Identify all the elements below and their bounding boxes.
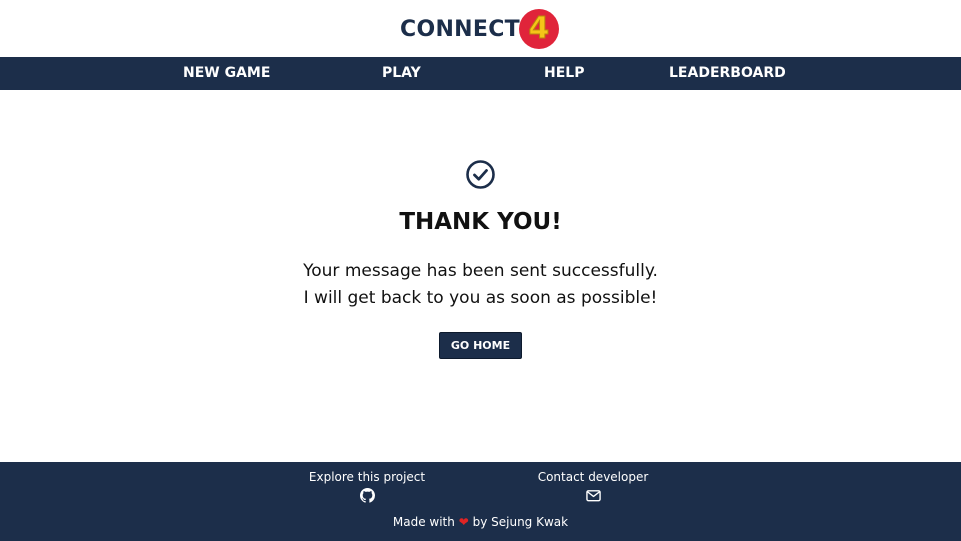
- page: CONNECT 4 NEW GAME PLAY HELP LEADERBOARD…: [0, 0, 961, 541]
- go-home-button[interactable]: GO HOME: [439, 332, 522, 359]
- heart-icon: ❤: [458, 515, 469, 529]
- logo-text: CONNECT: [400, 16, 520, 42]
- nav-new-game[interactable]: NEW GAME: [183, 57, 270, 90]
- logo-number: 4: [528, 11, 550, 46]
- message-line-2: I will get back to you as soon as possib…: [303, 288, 658, 308]
- made-with-text: Made with: [392, 515, 455, 529]
- message-line-1: Your message has been sent successfully.: [303, 261, 658, 281]
- github-icon[interactable]: [359, 488, 375, 503]
- header: CONNECT 4: [0, 0, 961, 57]
- nav-help[interactable]: HELP: [544, 57, 584, 90]
- envelope-icon[interactable]: [585, 488, 601, 503]
- logo[interactable]: CONNECT 4: [400, 8, 560, 50]
- confirmation-panel: THANK YOU! Your message has been sent su…: [0, 90, 961, 462]
- check-circle-icon: [466, 160, 495, 189]
- contact-developer: Contact developer: [518, 470, 668, 507]
- nav-leaderboard[interactable]: LEADERBOARD: [669, 57, 786, 90]
- nav-play[interactable]: PLAY: [382, 57, 421, 90]
- explore-label: Explore this project: [308, 470, 426, 484]
- contact-label: Contact developer: [537, 470, 649, 484]
- main-nav: NEW GAME PLAY HELP LEADERBOARD: [0, 57, 961, 90]
- credit-line: Made with ❤ by Sejung Kwak: [0, 515, 961, 529]
- explore-project: Explore this project: [292, 470, 442, 507]
- footer: Explore this project Contact developer M…: [0, 462, 961, 541]
- page-title: THANK YOU!: [399, 209, 562, 235]
- author-text: by Sejung Kwak: [472, 515, 569, 529]
- logo-badge: 4: [518, 8, 560, 50]
